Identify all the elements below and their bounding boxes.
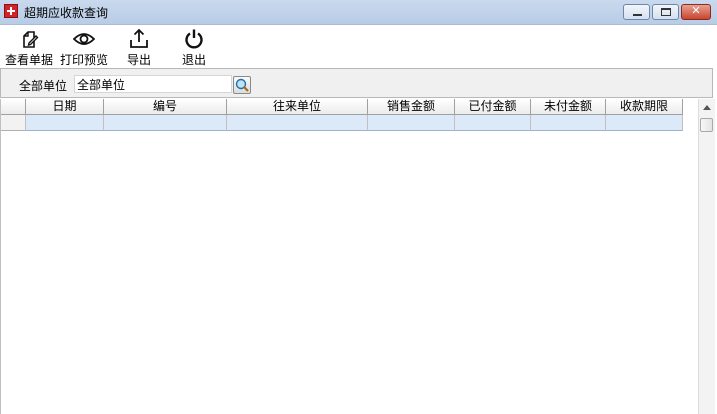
cell-partner[interactable] bbox=[227, 115, 368, 131]
close-button[interactable]: ✕ bbox=[681, 4, 711, 20]
column-header-partner[interactable]: 往来单位 bbox=[227, 99, 368, 114]
exit-label: 退出 bbox=[181, 53, 206, 67]
filter-bar: 全部单位 bbox=[0, 68, 713, 98]
search-icon bbox=[235, 78, 249, 92]
vertical-scrollbar[interactable] bbox=[698, 99, 715, 414]
print-preview-label: 打印预览 bbox=[59, 53, 108, 67]
title-bar: 超期应收款查询 ✕ bbox=[0, 0, 717, 25]
scrollbar-thumb[interactable] bbox=[700, 118, 713, 132]
power-icon bbox=[185, 29, 203, 49]
table-header: 日期 编号 往来单位 销售金额 已付金额 未付金额 收款期限 bbox=[1, 99, 683, 115]
column-header-unpaid-amount[interactable]: 未付金额 bbox=[531, 99, 606, 114]
toolbar: 查看单据 打印预览 导出 退出 bbox=[0, 25, 717, 67]
export-label: 导出 bbox=[126, 53, 151, 67]
scroll-up-arrow-icon[interactable] bbox=[703, 105, 711, 110]
row-indicator-header bbox=[1, 99, 26, 114]
cell-sales-amount[interactable] bbox=[368, 115, 455, 131]
results-table: 日期 编号 往来单位 销售金额 已付金额 未付金额 收款期限 bbox=[0, 99, 699, 414]
column-header-date[interactable]: 日期 bbox=[26, 99, 104, 114]
view-document-button[interactable]: 查看单据 bbox=[4, 25, 54, 67]
exit-button[interactable]: 退出 bbox=[175, 25, 213, 67]
window-controls: ✕ bbox=[623, 4, 711, 20]
maximize-button[interactable] bbox=[652, 4, 679, 20]
export-button[interactable]: 导出 bbox=[120, 25, 158, 67]
minimize-icon bbox=[633, 14, 642, 16]
window-title: 超期应收款查询 bbox=[24, 6, 109, 20]
cell-paid-amount[interactable] bbox=[455, 115, 531, 131]
eye-icon bbox=[73, 33, 95, 45]
row-indicator[interactable] bbox=[1, 115, 26, 131]
view-document-label: 查看单据 bbox=[4, 53, 53, 67]
print-preview-button[interactable]: 打印预览 bbox=[58, 25, 110, 67]
column-header-number[interactable]: 编号 bbox=[104, 99, 227, 114]
cell-date[interactable] bbox=[26, 115, 104, 131]
unit-filter-label: 全部单位 bbox=[19, 79, 68, 93]
close-icon: ✕ bbox=[691, 4, 701, 17]
column-header-paid-amount[interactable]: 已付金额 bbox=[455, 99, 531, 114]
edit-document-icon bbox=[23, 31, 39, 48]
cell-number[interactable] bbox=[104, 115, 227, 131]
column-header-due-date[interactable]: 收款期限 bbox=[606, 99, 683, 114]
minimize-button[interactable] bbox=[623, 4, 650, 20]
app-window: 超期应收款查询 ✕ 查看单据 打印预览 导出 退出 全部单位 全部单位 日期 编… bbox=[0, 0, 717, 414]
upload-icon bbox=[130, 28, 148, 48]
table-row[interactable] bbox=[1, 115, 683, 131]
cell-due-date[interactable] bbox=[606, 115, 683, 131]
app-logo-icon bbox=[4, 4, 18, 18]
maximize-icon bbox=[661, 8, 671, 16]
unit-filter-input[interactable] bbox=[74, 75, 232, 93]
search-button[interactable] bbox=[233, 76, 251, 94]
cell-unpaid-amount[interactable] bbox=[531, 115, 606, 131]
column-header-sales-amount[interactable]: 销售金额 bbox=[368, 99, 455, 114]
